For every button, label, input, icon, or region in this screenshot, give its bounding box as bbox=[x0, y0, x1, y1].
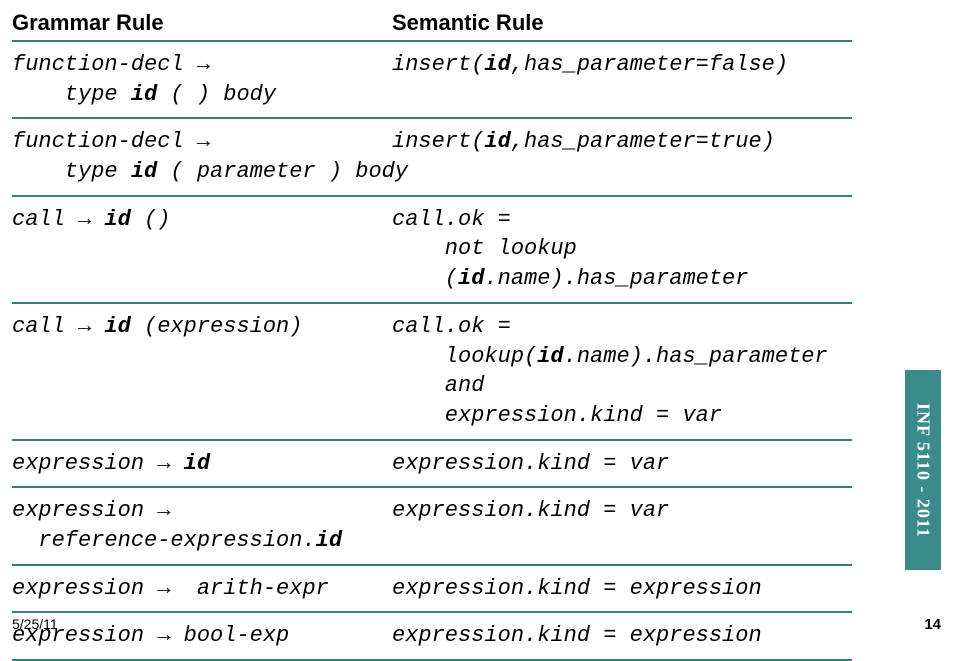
footer-page-number: 14 bbox=[924, 616, 941, 633]
semantic-cell: expression.kind = expression bbox=[392, 574, 852, 604]
semantic-cell: insert(id,has_parameter=true) bbox=[392, 127, 852, 186]
semantic-cell: call.ok = lookup(id.name).has_parameter … bbox=[392, 312, 852, 431]
grammar-cell: call → id () bbox=[12, 205, 392, 294]
semantic-cell: call.ok = not lookup (id.name).has_param… bbox=[392, 205, 852, 294]
grammar-cell: expression → id bbox=[12, 449, 392, 479]
table-row: function-decl → type id ( ) bodyinsert(i… bbox=[12, 42, 852, 119]
course-label-text: INF 5110 - 2011 bbox=[913, 403, 934, 538]
grammar-cell: function-decl → type id ( parameter ) bo… bbox=[12, 127, 392, 186]
semantic-cell: expression.kind = var bbox=[392, 496, 852, 555]
footer-date: 5/25/11 bbox=[12, 616, 58, 633]
grammar-cell: call → id (expression) bbox=[12, 312, 392, 431]
table-header-row: Grammar Rule Semantic Rule bbox=[12, 8, 852, 42]
table-row: expression → arith-exprexpression.kind =… bbox=[12, 566, 852, 614]
header-semantic: Semantic Rule bbox=[392, 8, 852, 40]
table-row: call → id (expression)call.ok = lookup(i… bbox=[12, 304, 852, 441]
grammar-cell: expression → reference-expression.id bbox=[12, 496, 392, 555]
table-row: expression → idexpression.kind = var bbox=[12, 441, 852, 489]
table-row: expression → reference-expression.idexpr… bbox=[12, 488, 852, 565]
header-grammar: Grammar Rule bbox=[12, 8, 392, 40]
grammar-cell: expression → arith-expr bbox=[12, 574, 392, 604]
rules-table: Grammar Rule Semantic Rule function-decl… bbox=[12, 8, 852, 661]
table-row: function-decl → type id ( parameter ) bo… bbox=[12, 119, 852, 196]
grammar-cell: function-decl → type id ( ) body bbox=[12, 50, 392, 109]
course-label-sidebar: INF 5110 - 2011 bbox=[905, 370, 941, 570]
slide-footer: 5/25/11 14 bbox=[12, 616, 941, 633]
table-row: call → id ()call.ok = not lookup (id.nam… bbox=[12, 197, 852, 304]
semantic-cell: insert(id,has_parameter=false) bbox=[392, 50, 852, 109]
semantic-cell: expression.kind = var bbox=[392, 449, 852, 479]
